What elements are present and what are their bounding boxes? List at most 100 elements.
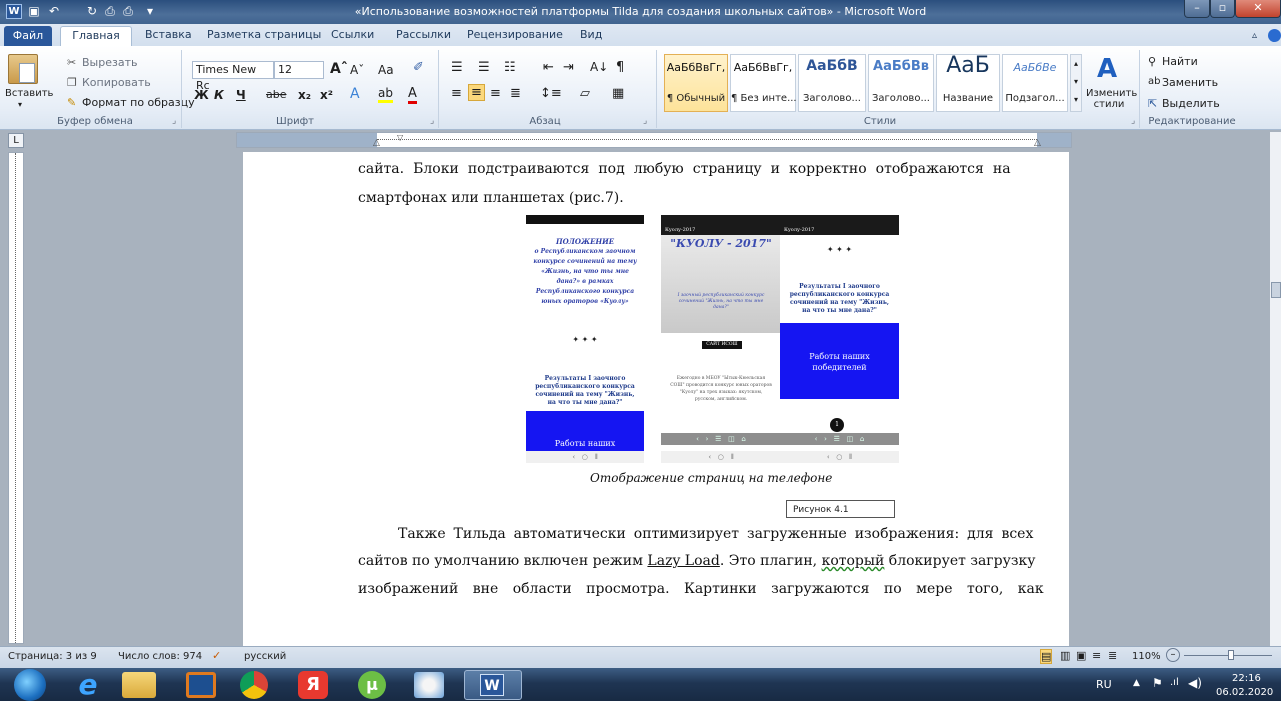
format-painter-icon[interactable]: ✎ [67,96,76,109]
find-button[interactable]: Найти [1162,55,1198,68]
zoom-slider[interactable] [1184,650,1272,660]
help-icon[interactable] [1268,29,1281,42]
replace-button[interactable]: Заменить [1162,76,1218,89]
ribbon-minimize-icon[interactable]: ▵ [1252,30,1257,41]
first-line-indent-marker[interactable]: ▽ [397,133,403,142]
paint-icon[interactable] [414,672,444,698]
decrease-indent-icon[interactable]: ⇤ [543,60,554,75]
select-icon[interactable]: ⇱ [1148,97,1157,110]
format-painter-button[interactable]: Формат по образцу [82,96,195,109]
style-heading-1[interactable]: АаБбВ Заголово... [798,54,866,112]
spellcheck-word[interactable]: который [822,553,885,569]
tab-mailings[interactable]: Рассылки [396,28,451,41]
select-button[interactable]: Выделить [1162,97,1220,110]
keyboard-language[interactable]: RU [1096,678,1112,691]
view-full-screen-icon[interactable]: ▥ [1060,649,1070,662]
volume-icon[interactable]: ◀) [1188,676,1202,690]
style-heading-2[interactable]: АаБбВв Заголово... [868,54,934,112]
figure-image[interactable]: ПОЛОЖЕНИЕ о Республиканском заочном конк… [526,215,899,463]
subscript-button[interactable]: x₂ [298,88,311,102]
yandex-browser-icon[interactable]: Я [298,671,328,699]
change-case-button[interactable]: Aa [378,63,394,77]
view-draft-icon[interactable]: ≣ [1108,649,1117,662]
superscript-button[interactable]: x² [320,88,333,102]
zoom-level[interactable]: 110% [1132,651,1161,662]
vertical-ruler[interactable] [8,152,24,644]
borders-icon[interactable]: ▦ [612,86,624,101]
shading-icon[interactable]: ▱ [580,86,590,101]
clear-formatting-icon[interactable]: ✐ [413,60,424,75]
view-print-layout-icon[interactable]: ▤ [1040,649,1053,664]
justify-icon[interactable]: ≣ [510,86,521,101]
style-title[interactable]: АаБ Название [936,53,1000,112]
minimize-button[interactable]: – [1184,0,1210,18]
start-button[interactable] [14,669,46,701]
align-left-icon[interactable]: ≡ [451,86,462,101]
copy-icon[interactable]: ❐ [67,76,77,89]
tab-view[interactable]: Вид [580,28,602,41]
media-player-icon[interactable] [186,672,216,698]
page-count[interactable]: Страница: 3 из 9 [8,651,97,662]
strikethrough-button[interactable]: abe [266,88,287,101]
styles-scroll-icon[interactable]: ▴ ▾ ▾ [1070,54,1082,112]
zoom-slider-thumb[interactable] [1228,650,1234,660]
dialog-launcher-icon[interactable]: ⌟ [430,116,434,126]
bold-button[interactable]: Ж [194,88,209,102]
dialog-launcher-icon[interactable]: ⌟ [172,116,176,126]
utorrent-icon[interactable]: µ [358,671,386,699]
tab-insert[interactable]: Вставка [145,28,192,41]
numbering-icon[interactable]: ☰ [478,60,490,75]
tray-expand-icon[interactable]: ▲ [1133,678,1140,688]
find-icon[interactable]: ⚲ [1148,55,1156,68]
copy-button[interactable]: Копировать [82,76,151,89]
dropdown-arrow-icon[interactable]: ▾ [18,100,22,109]
highlight-icon[interactable]: ab [378,86,393,103]
underline-button[interactable]: Ч [236,88,246,102]
vertical-scrollbar[interactable] [1270,132,1281,646]
language-indicator[interactable]: русский [244,651,286,662]
cut-button[interactable]: Вырезать [82,56,137,69]
paste-icon[interactable] [8,54,38,84]
zoom-out-icon[interactable]: – [1166,648,1180,662]
paste-button[interactable]: Вставить [5,88,53,99]
italic-button[interactable]: К [214,88,224,102]
maximize-button[interactable]: ▫ [1210,0,1235,18]
close-button[interactable]: ✕ [1235,0,1281,18]
align-right-icon[interactable]: ≡ [490,86,501,101]
multilevel-list-icon[interactable]: ☷ [504,60,516,75]
sort-icon[interactable]: A↓ [590,60,608,74]
bullets-icon[interactable]: ☰ [451,60,463,75]
tab-file[interactable]: Файл [4,26,52,46]
change-styles-button[interactable]: Изменить стили [1086,88,1137,110]
tab-selector[interactable]: L [8,133,24,148]
ie-icon[interactable]: e [68,671,108,699]
view-outline-icon[interactable]: ≡ [1092,649,1101,662]
cut-icon[interactable]: ✂ [67,56,76,69]
tab-home[interactable]: Главная [60,26,132,47]
style-subtitle[interactable]: АаБбВе Подзагол... [1002,54,1068,112]
replace-icon[interactable]: ab [1148,76,1160,87]
explorer-icon[interactable] [122,672,156,698]
tray-app-icon[interactable]: ⚑ [1152,676,1163,690]
style-normal[interactable]: АаБбВвГг, ¶ Обычный [664,54,728,112]
horizontal-ruler[interactable]: ▽ △ △ [236,132,1072,148]
dialog-launcher-icon[interactable]: ⌟ [643,116,647,126]
change-styles-icon[interactable]: A [1097,54,1117,84]
lazy-load-link[interactable]: Lazy Load [647,553,719,569]
grow-font-icon[interactable]: Aˆ [330,61,348,77]
text-effects-icon[interactable]: A [350,86,360,102]
clock-date[interactable]: 06.02.2020 [1216,687,1273,698]
font-size-field[interactable]: 12 [274,61,324,79]
clock-time[interactable]: 22:16 [1232,673,1261,684]
view-web-icon[interactable]: ▣ [1076,649,1086,662]
increase-indent-icon[interactable]: ⇥ [563,60,574,75]
font-name-field[interactable]: Times New Rc [192,61,274,92]
dialog-launcher-icon[interactable]: ⌟ [1131,116,1135,126]
right-indent-marker[interactable]: △ [1034,138,1041,148]
word-count[interactable]: Число слов: 974 [118,651,202,662]
scroll-thumb[interactable] [1271,282,1281,298]
left-indent-marker[interactable]: △ [373,138,380,148]
network-icon[interactable]: .ıl [1170,677,1179,688]
pilcrow-icon[interactable]: ¶ [616,60,624,75]
font-color-icon[interactable]: A [408,86,417,104]
